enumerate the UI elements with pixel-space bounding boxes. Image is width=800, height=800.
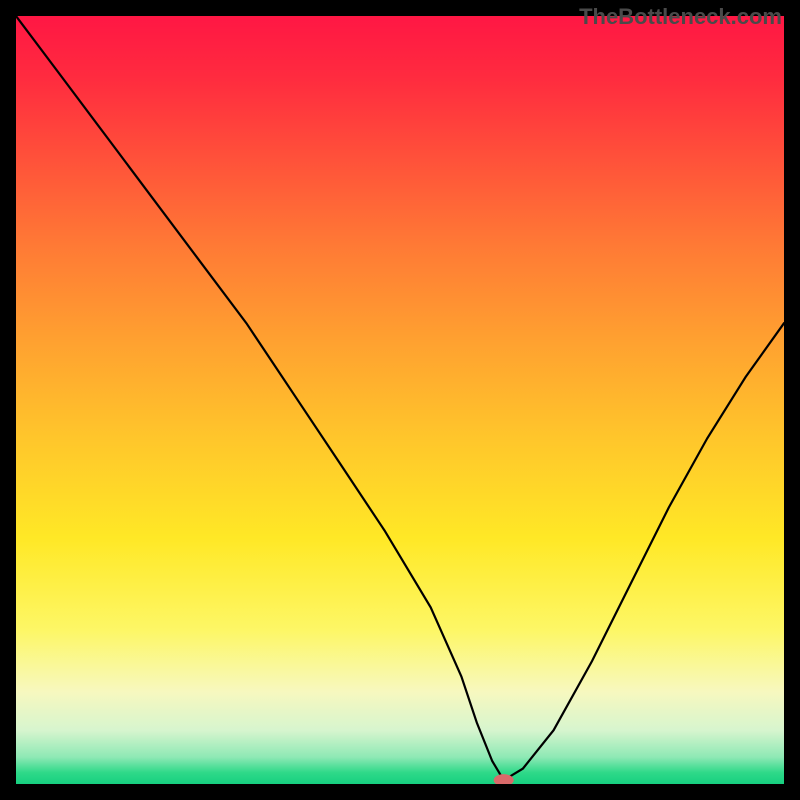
chart-background bbox=[16, 16, 784, 784]
chart-container bbox=[16, 16, 784, 784]
bottleneck-chart bbox=[16, 16, 784, 784]
watermark-text: TheBottleneck.com bbox=[579, 4, 782, 30]
